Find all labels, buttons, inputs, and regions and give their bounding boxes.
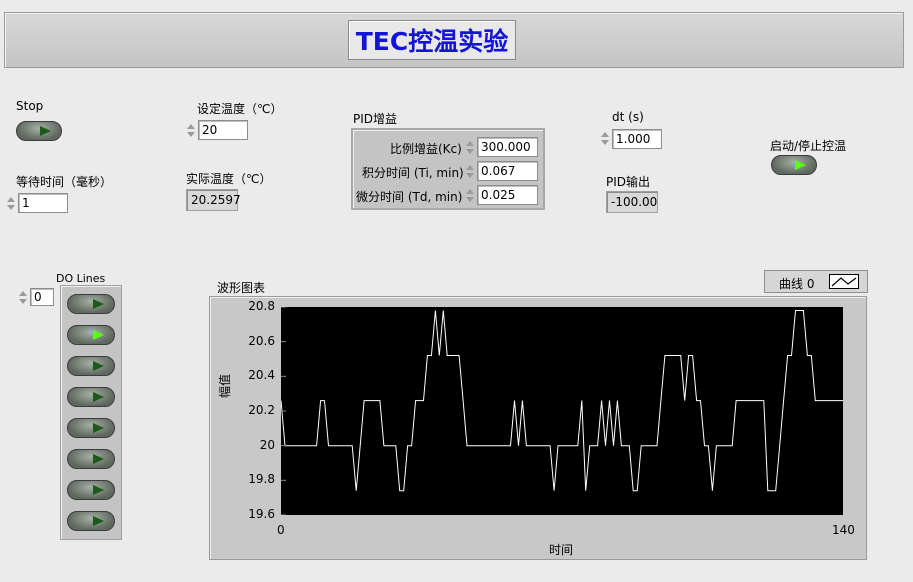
line-style-icon: [829, 274, 859, 289]
do-line-led-7[interactable]: [67, 511, 115, 531]
start-stop-button[interactable]: [771, 155, 817, 175]
ti-label: 积分时间 (Ti, min): [362, 166, 464, 180]
y-axis-label: 幅值: [218, 373, 232, 398]
pid-output-label: PID输出: [606, 175, 651, 189]
led-arrow-icon: [93, 423, 104, 433]
x-tick-label: 0: [277, 523, 285, 537]
y-tick-label: 19.6: [248, 507, 275, 521]
dt-stepper[interactable]: [600, 127, 610, 149]
stop-label: Stop: [16, 99, 44, 113]
kc-input[interactable]: 300.000: [477, 137, 538, 157]
led-arrow-icon: [93, 361, 104, 371]
stepper-down-icon[interactable]: [187, 131, 195, 137]
stepper-up-icon[interactable]: [601, 131, 609, 137]
do-lines-index-input[interactable]: 0: [30, 288, 54, 306]
y-tick-label: 20.4: [248, 368, 275, 383]
led-arrow-icon: [93, 330, 104, 340]
waveform-chart-plot: [281, 307, 843, 515]
stepper-down-icon[interactable]: [7, 204, 15, 210]
pid-output-value: -100.00: [606, 191, 658, 213]
do-line-led-0[interactable]: [67, 294, 115, 314]
stepper-up-icon[interactable]: [187, 123, 195, 129]
stop-button[interactable]: [16, 121, 62, 141]
do-line-led-2[interactable]: [67, 356, 115, 376]
td-label: 微分时间 (Td, min): [356, 190, 463, 204]
led-arrow-icon: [93, 516, 104, 526]
start-stop-led-arrow-icon: [795, 160, 806, 170]
set-temp-stepper[interactable]: [186, 119, 196, 141]
stepper-up-icon[interactable]: [466, 140, 474, 146]
x-axis-label: 时间: [549, 543, 574, 557]
dt-input[interactable]: 1.000: [612, 129, 662, 149]
do-line-led-5[interactable]: [67, 449, 115, 469]
actual-temp-value: 20.2597: [186, 189, 241, 211]
wait-time-label: 等待时间（毫秒）: [16, 175, 113, 189]
td-input[interactable]: 0.025: [477, 185, 538, 205]
led-arrow-icon: [93, 454, 104, 464]
stepper-down-icon[interactable]: [601, 139, 609, 145]
stop-led-arrow-icon: [40, 126, 51, 136]
stepper-down-icon[interactable]: [466, 148, 474, 154]
stepper-down-icon[interactable]: [466, 196, 474, 202]
y-tick-label: 20.6: [248, 333, 275, 348]
do-line-led-6[interactable]: [67, 480, 115, 500]
page-title: TEC控温实验: [348, 20, 516, 60]
ti-input[interactable]: 0.067: [477, 161, 538, 181]
plot-area: [281, 307, 843, 515]
y-tick-label: 20.2: [248, 403, 275, 417]
do-line-led-1[interactable]: [67, 325, 115, 345]
kc-label: 比例增益(Kc): [390, 142, 462, 156]
legend-label: 曲线 0: [779, 277, 815, 291]
do-lines-label: DO Lines: [56, 272, 106, 285]
td-stepper[interactable]: [465, 184, 475, 206]
plot-legend[interactable]: 曲线 0: [764, 270, 868, 293]
led-arrow-icon: [93, 299, 104, 309]
y-tick-label: 19.8: [248, 472, 275, 487]
stepper-up-icon[interactable]: [19, 290, 27, 296]
do-line-led-3[interactable]: [67, 387, 115, 407]
do-lines-array: [60, 285, 122, 540]
stepper-up-icon[interactable]: [7, 196, 15, 202]
led-arrow-icon: [93, 485, 104, 495]
stepper-up-icon[interactable]: [466, 164, 474, 170]
graph-label: 波形图表: [217, 281, 266, 295]
kc-stepper[interactable]: [465, 136, 475, 158]
y-tick-label: 20.8: [248, 299, 275, 313]
set-temp-label: 设定温度（℃）: [197, 102, 283, 116]
actual-temp-label: 实际温度（℃）: [186, 172, 272, 186]
wait-time-input[interactable]: 1: [18, 193, 68, 213]
y-tick-label: 20: [259, 437, 275, 452]
dt-label: dt (s): [612, 110, 644, 124]
x-tick-label: 140: [832, 523, 855, 537]
stepper-down-icon[interactable]: [19, 298, 27, 304]
set-temp-input[interactable]: 20: [198, 120, 248, 140]
led-arrow-icon: [93, 392, 104, 402]
start-stop-label: 启动/停止控温: [770, 139, 847, 153]
pid-gains-label: PID增益: [353, 112, 398, 126]
wait-time-stepper[interactable]: [6, 192, 16, 214]
do-line-led-4[interactable]: [67, 418, 115, 438]
stepper-up-icon[interactable]: [466, 188, 474, 194]
do-lines-index-stepper[interactable]: [18, 286, 28, 308]
ti-stepper[interactable]: [465, 160, 475, 182]
stepper-down-icon[interactable]: [466, 172, 474, 178]
